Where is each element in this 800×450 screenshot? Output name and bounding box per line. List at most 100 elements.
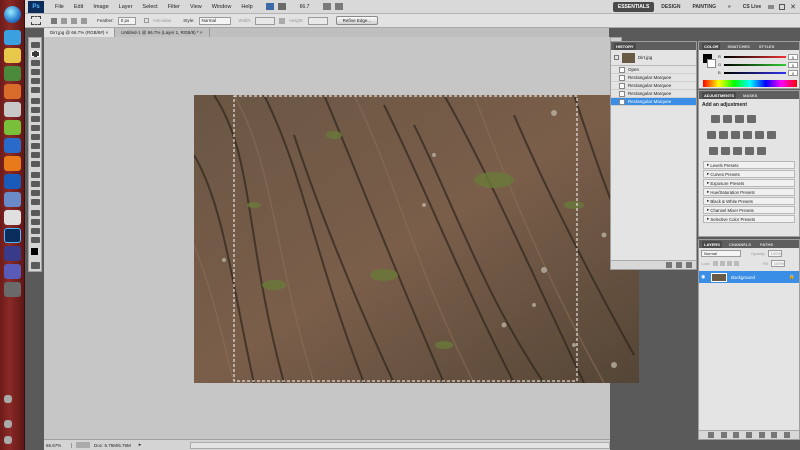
posterize-icon[interactable] xyxy=(721,147,730,155)
layer-mask-icon[interactable] xyxy=(733,432,740,438)
foreground-color-swatch[interactable] xyxy=(31,248,38,255)
blur-tool-icon[interactable] xyxy=(31,152,40,158)
preset-selective-color[interactable]: ▸ Selective Color Presets xyxy=(703,215,795,223)
vibrance-icon[interactable] xyxy=(707,131,716,139)
horizontal-scrollbar[interactable] xyxy=(190,441,610,449)
healing-brush-tool-icon[interactable] xyxy=(31,98,40,104)
preset-channel-mixer[interactable]: ▸ Channel Mixer Presets xyxy=(703,206,795,214)
trash-icon[interactable] xyxy=(783,432,790,438)
green-slider[interactable] xyxy=(724,64,786,66)
threshold-icon[interactable] xyxy=(733,147,742,155)
tab-masks[interactable]: MASKS xyxy=(741,92,759,99)
lock-transparency-icon[interactable] xyxy=(712,261,718,266)
quick-select-tool-icon[interactable] xyxy=(31,69,40,75)
tab-color[interactable]: COLOR xyxy=(702,42,721,50)
brightness-contrast-icon[interactable] xyxy=(711,115,720,123)
preset-exposure[interactable]: ▸ Exposure Presets xyxy=(703,179,795,187)
dirt-image[interactable] xyxy=(194,95,639,383)
green-value[interactable]: 0 xyxy=(788,62,798,68)
3d-rotate-tool-icon[interactable] xyxy=(31,210,40,216)
menu-layer[interactable]: Layer xyxy=(114,4,138,10)
clone-stamp-tool-icon[interactable] xyxy=(31,116,40,122)
preset-black-white[interactable]: ▸ Black & White Presets xyxy=(703,197,795,205)
quick-mask-icon[interactable] xyxy=(31,262,40,269)
app3-icon[interactable] xyxy=(4,192,21,207)
menu-view[interactable]: View xyxy=(185,4,207,10)
menu-window[interactable]: Window xyxy=(207,4,237,10)
layer-name[interactable]: Background xyxy=(731,275,755,280)
word-icon[interactable] xyxy=(4,174,21,189)
levels-icon[interactable] xyxy=(723,115,732,123)
menu-edit[interactable]: Edit xyxy=(69,4,88,10)
new-group-icon[interactable] xyxy=(758,432,765,438)
menu-filter[interactable]: Filter xyxy=(163,4,185,10)
history-item[interactable]: Rectangular Marquee xyxy=(611,82,696,90)
minimize-icon[interactable] xyxy=(768,4,775,9)
ie-icon[interactable] xyxy=(4,30,21,45)
move-tool-icon[interactable] xyxy=(31,42,40,48)
red-slider[interactable] xyxy=(724,56,786,58)
channel-mixer-icon[interactable] xyxy=(767,131,776,139)
subtract-selection-icon[interactable] xyxy=(71,17,77,24)
tray-icon-2[interactable] xyxy=(4,420,12,428)
app5-icon[interactable] xyxy=(4,264,21,279)
height-input[interactable] xyxy=(307,16,328,25)
lock-all-icon[interactable] xyxy=(733,261,739,266)
dodge-tool-icon[interactable] xyxy=(31,161,40,167)
fill-input[interactable]: 100% xyxy=(770,260,785,267)
tab-channels[interactable]: CHANNELS xyxy=(727,241,753,248)
photo-filter-icon[interactable] xyxy=(755,131,764,139)
path-selection-tool-icon[interactable] xyxy=(31,190,40,196)
new-layer-icon[interactable] xyxy=(771,432,778,438)
brush-tool-icon[interactable] xyxy=(31,107,40,113)
zoom-level[interactable]: 66.7 xyxy=(300,4,310,10)
history-item[interactable]: Rectangular Marquee xyxy=(611,74,696,82)
add-selection-icon[interactable] xyxy=(61,17,67,24)
black-white-icon[interactable] xyxy=(743,131,752,139)
curves-icon[interactable] xyxy=(735,115,744,123)
lasso-tool-icon[interactable] xyxy=(31,60,40,66)
layer-style-icon[interactable] xyxy=(720,432,727,438)
app-icon[interactable] xyxy=(4,102,21,117)
layer-row-background[interactable]: ◉ Background 🔒 xyxy=(699,271,799,283)
color-balance-icon[interactable] xyxy=(731,131,740,139)
tab-history[interactable]: HISTORY xyxy=(614,42,636,50)
link-layers-icon[interactable] xyxy=(708,432,715,438)
app2-icon[interactable] xyxy=(4,138,21,153)
hue-saturation-icon[interactable] xyxy=(719,131,728,139)
workspace-painting[interactable]: PAINTING xyxy=(687,2,721,12)
photoshop-icon[interactable] xyxy=(4,228,21,243)
spotify-icon[interactable] xyxy=(4,120,21,135)
close-icon[interactable]: × xyxy=(106,30,109,35)
eraser-tool-icon[interactable] xyxy=(31,134,40,140)
screen-mode-icon[interactable] xyxy=(335,3,344,10)
history-item[interactable]: Rectangular Marquee xyxy=(611,90,696,98)
crop-tool-icon[interactable] xyxy=(31,78,40,84)
lock-position-icon[interactable] xyxy=(726,261,732,266)
gradient-map-icon[interactable] xyxy=(745,147,754,155)
red-value[interactable]: 0 xyxy=(788,54,798,60)
exposure-icon[interactable] xyxy=(747,115,756,123)
tab-untitled[interactable]: Untitled-1 @ 66.7% (Layer 1, RGB/8) * × xyxy=(115,28,210,37)
firefox-icon[interactable] xyxy=(4,84,21,99)
swap-icon[interactable] xyxy=(279,17,286,24)
cs-live-button[interactable]: CS Live xyxy=(738,2,766,12)
color-spectrum-bar[interactable] xyxy=(703,80,797,87)
tray-icon[interactable] xyxy=(4,395,12,403)
app4-icon[interactable] xyxy=(4,246,21,261)
tab-layers[interactable]: LAYERS xyxy=(702,240,722,248)
marquee-preset-icon[interactable] xyxy=(31,16,41,25)
menu-help[interactable]: Help xyxy=(236,4,257,10)
tab-styles[interactable]: STYLES xyxy=(757,43,777,50)
pen-tool-icon[interactable] xyxy=(31,172,40,178)
maximize-icon[interactable] xyxy=(779,3,786,10)
vlc-icon[interactable] xyxy=(4,156,21,171)
snapshot-source-icon[interactable] xyxy=(614,55,619,60)
start-orb-icon[interactable] xyxy=(4,6,21,23)
new-document-from-state-icon[interactable] xyxy=(666,262,672,268)
preset-curves[interactable]: ▸ Curves Presets xyxy=(703,170,795,178)
opacity-input[interactable]: 100% xyxy=(767,250,782,257)
menu-select[interactable]: Select xyxy=(137,4,162,10)
minibridge-icon[interactable] xyxy=(277,3,286,10)
menu-image[interactable]: Image xyxy=(88,4,113,10)
